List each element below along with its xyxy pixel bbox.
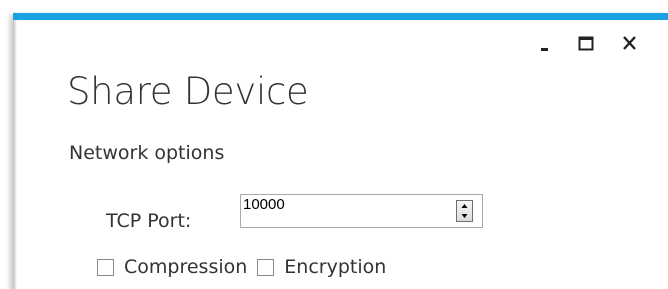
arrow-up-icon [461,204,468,208]
spinner-buttons [456,200,473,222]
increment-button[interactable] [457,201,472,211]
tcp-port-spinner[interactable]: 10000 [240,194,483,228]
encryption-checkbox-box[interactable] [257,258,275,276]
window-edge [13,13,17,289]
tcp-port-label: TCP Port: [106,210,192,232]
encryption-checkbox[interactable]: Encryption [257,255,386,279]
compression-checkbox-box[interactable] [97,258,114,276]
minimize-button[interactable] [534,31,564,61]
title-accent-bar [13,13,668,20]
compression-checkbox[interactable]: Compression [97,255,247,279]
decrement-button[interactable] [457,211,472,221]
arrow-down-icon [461,214,468,218]
maximize-icon [578,36,594,51]
tcp-port-input[interactable]: 10000 [243,196,285,214]
encryption-label: Encryption [284,256,387,278]
share-device-window: Share Device Network options TCP Port: 1… [13,13,668,289]
minimize-icon [541,48,548,51]
close-button[interactable] [619,31,649,61]
page-title: Share Device [67,70,309,113]
close-icon [623,36,636,50]
compression-label: Compression [124,256,248,278]
options-checkbox-row: Compression Encryption [97,255,386,279]
network-options-heading: Network options [69,142,225,164]
maximize-button[interactable] [575,31,605,61]
